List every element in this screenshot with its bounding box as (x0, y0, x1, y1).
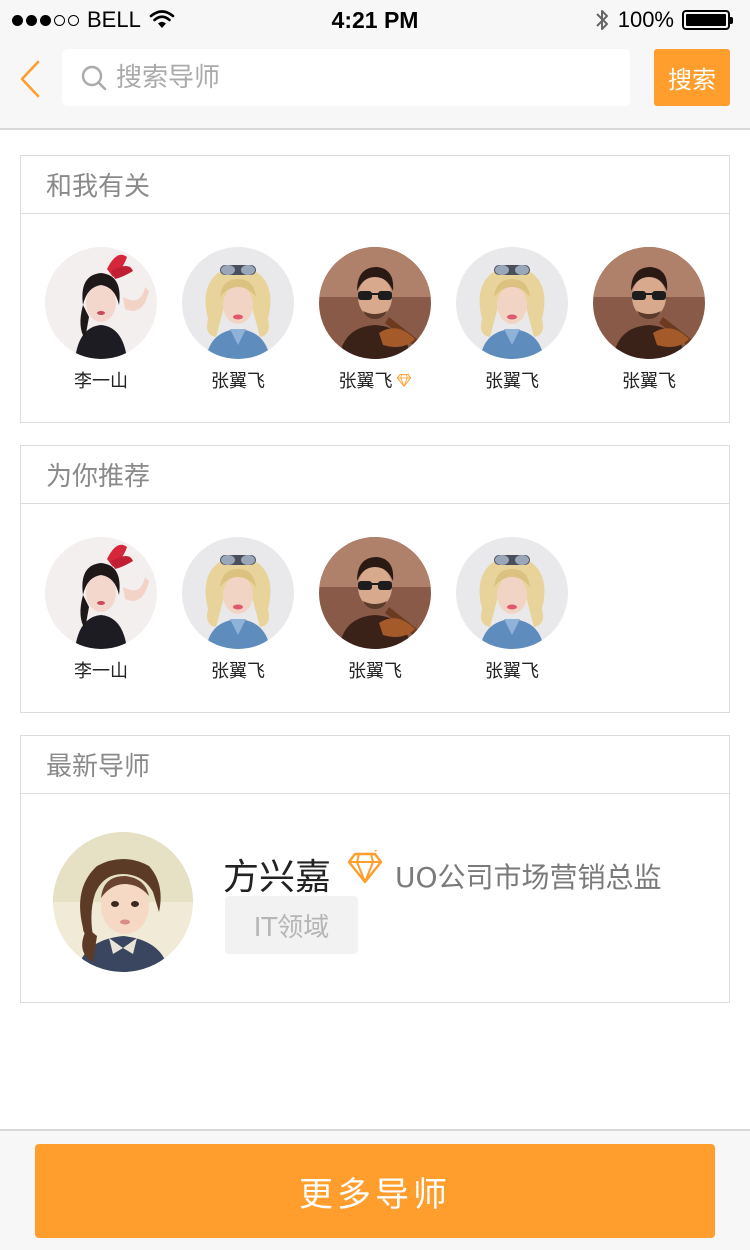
bottom-bar: 更多导师 (0, 1129, 750, 1250)
related-avatar-row: 李一山 张翼飞 张翼飞 张翼飞 张翼飞 (21, 214, 729, 422)
status-right: 100% (594, 6, 733, 34)
person-name: 张翼飞 (485, 661, 539, 682)
navigation-bar: 搜索 (0, 40, 750, 130)
person-name: 张翼飞 (348, 661, 402, 682)
diamond-icon (396, 373, 412, 387)
bluetooth-icon (596, 10, 608, 30)
related-person-2[interactable]: 张翼飞 (182, 247, 294, 393)
related-section-title: 和我有关 (21, 156, 729, 214)
mentor-item[interactable]: 方兴嘉 UO公司市场营销总监 IT领域 (21, 794, 729, 1002)
search-input[interactable] (116, 62, 596, 93)
latest-section-title: 最新导师 (21, 736, 729, 794)
person-name: 张翼飞 (211, 371, 265, 392)
avatar (593, 247, 705, 359)
avatar (182, 247, 294, 359)
avatar (182, 537, 294, 649)
recommended-person-4[interactable]: 张翼飞 (456, 537, 568, 683)
related-person-4[interactable]: 张翼飞 (456, 247, 568, 393)
battery-percentage: 100% (617, 7, 674, 32)
person-name: 张翼飞 (211, 661, 265, 682)
related-person-5[interactable]: 张翼飞 (593, 247, 705, 393)
avatar (456, 537, 568, 649)
recommended-person-1[interactable]: 李一山 (45, 537, 157, 683)
diamond-icon (347, 850, 383, 884)
battery-icon (682, 10, 733, 30)
more-mentors-button[interactable]: 更多导师 (35, 1144, 715, 1238)
search-box[interactable] (62, 49, 630, 106)
back-chevron-icon[interactable] (14, 56, 48, 102)
person-name: 张翼飞 (485, 371, 539, 392)
status-bar: BELL 4:21 PM 100% (0, 0, 750, 40)
person-name: 张翼飞 (622, 371, 676, 392)
related-person-3[interactable]: 张翼飞 (319, 247, 431, 393)
recommended-avatar-row: 李一山 张翼飞 张翼飞 张翼飞 (21, 504, 729, 712)
mentor-avatar[interactable] (53, 832, 193, 972)
avatar (45, 247, 157, 359)
person-name: 张翼飞 (319, 367, 431, 393)
recommended-section: 为你推荐 李一山 张翼飞 张翼飞 张翼飞 (20, 445, 730, 713)
search-button[interactable]: 搜索 (654, 49, 730, 106)
related-person-1[interactable]: 李一山 (45, 247, 157, 393)
related-section: 和我有关 李一山 张翼飞 张翼飞 张翼飞 张翼飞 (20, 155, 730, 423)
recommended-section-title: 为你推荐 (21, 446, 729, 504)
person-name: 李一山 (74, 661, 128, 682)
mentor-position: UO公司市场营销总监 (395, 861, 662, 894)
avatar (45, 537, 157, 649)
recommended-person-3[interactable]: 张翼飞 (319, 537, 431, 683)
recommended-person-2[interactable]: 张翼飞 (182, 537, 294, 683)
latest-mentor-section: 最新导师 方兴嘉 UO公司市场营销总监 IT领域 (20, 735, 730, 1003)
person-name: 李一山 (74, 371, 128, 392)
avatar (319, 537, 431, 649)
search-icon (81, 65, 107, 90)
avatar (319, 247, 431, 359)
avatar (456, 247, 568, 359)
mentor-name: 方兴嘉 (223, 857, 332, 898)
mentor-field-tag: IT领域 (225, 896, 358, 954)
